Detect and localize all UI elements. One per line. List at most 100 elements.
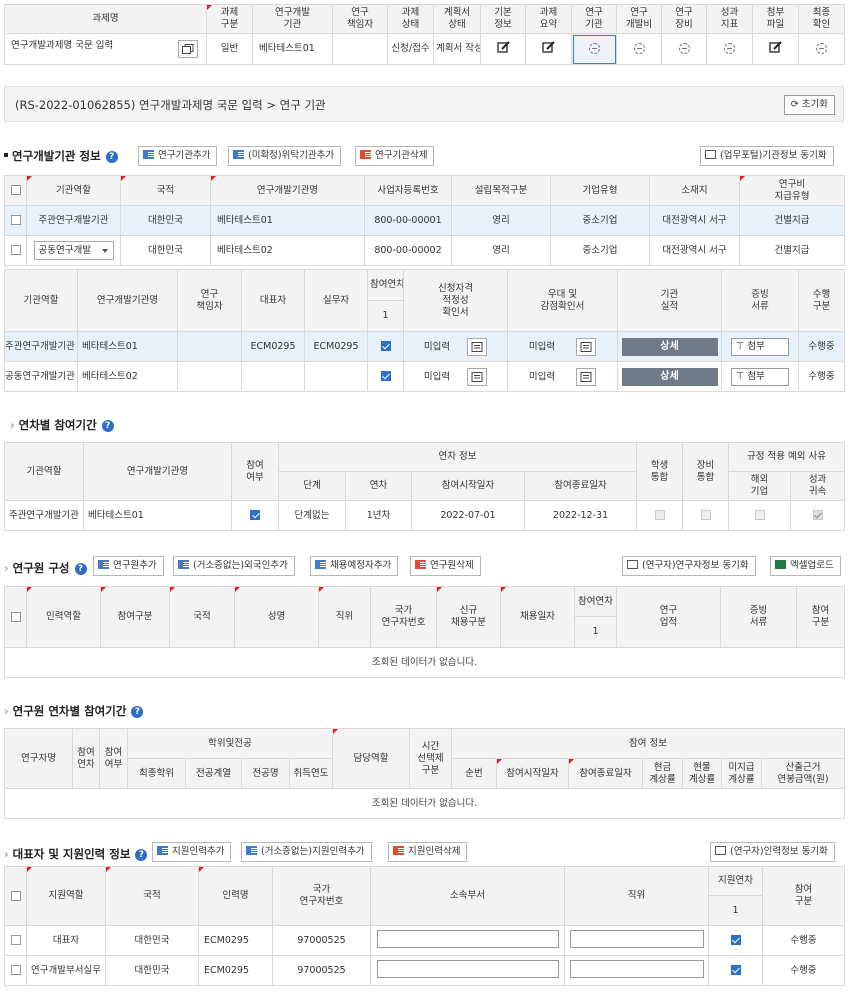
- detail-button[interactable]: 상세: [621, 367, 718, 386]
- table-row[interactable]: 공동연구개발 대한민국 베타테스트02 800-00-00002 영리 중소기업…: [4, 235, 845, 266]
- select-all-checkbox[interactable]: [4, 586, 27, 648]
- col-seq: 순번: [451, 758, 498, 789]
- document-icon[interactable]: [576, 337, 597, 356]
- participation-checkbox[interactable]: [231, 500, 279, 531]
- add-foreign-researcher-button[interactable]: (거소증없는)외국인추가: [173, 556, 295, 576]
- performance-status-icon[interactable]: [706, 33, 753, 65]
- excel-upload-button[interactable]: 엑셀업로드: [770, 556, 841, 576]
- department-input[interactable]: [376, 959, 559, 978]
- year-role: 주관연구개발기관: [4, 500, 84, 531]
- support-section-title-text: 대표자 및 지원인력 정보: [12, 847, 131, 861]
- final-check-status-icon[interactable]: [798, 33, 845, 65]
- col-proof: 증빙 서류: [720, 586, 797, 648]
- document-icon[interactable]: [467, 367, 488, 386]
- org-table: 기관역할 국적 연구개발기관명 사업자등록번호 설립목적구분 기업유형 소재지 …: [4, 175, 845, 266]
- select-all-checkbox[interactable]: [4, 175, 27, 206]
- position-input[interactable]: [569, 959, 704, 978]
- table-row[interactable]: 공동연구개발기관 베타테스트02 미입력 미입력 상세 ⊤ 첨부 수행중: [4, 361, 845, 392]
- help-icon[interactable]: ?: [131, 706, 144, 718]
- table-row[interactable]: 주관연구개발기관 대한민국 베타테스트01 800-00-00001 영리 중소…: [4, 205, 845, 236]
- org-location: 대전광역시 서구: [649, 205, 740, 236]
- budget-status-icon[interactable]: [616, 33, 662, 65]
- detail-name: 베타테스트01: [77, 331, 178, 362]
- support-year-checkbox[interactable]: [708, 925, 763, 956]
- delete-researcher-button[interactable]: 연구원삭제: [410, 556, 481, 576]
- edit-attachment-icon[interactable]: [752, 33, 799, 65]
- col-location: 소재지: [649, 175, 740, 206]
- col-department: 소속부서: [370, 866, 565, 926]
- qualification-cell: 미입력: [403, 361, 508, 392]
- attach-button[interactable]: ⊤ 첨부: [731, 367, 789, 386]
- reset-button[interactable]: ⟳ 초기화: [783, 95, 835, 115]
- col-nation: 국적: [105, 866, 199, 926]
- sync-support-button[interactable]: (연구자)인력정보 동기화: [710, 842, 835, 862]
- col-field: 전공계열: [185, 758, 242, 789]
- copy-icon[interactable]: [178, 40, 198, 58]
- delete-support-button[interactable]: 지원인력삭제: [388, 842, 468, 862]
- add-list-icon: [98, 560, 109, 569]
- sync-researcher-button[interactable]: (연구자)연구자정보 동기화: [622, 556, 756, 576]
- row-checkbox[interactable]: [4, 925, 27, 956]
- col-part-state: 참여 구분: [796, 586, 845, 648]
- edit-summary-icon[interactable]: [525, 33, 572, 65]
- document-icon[interactable]: [576, 367, 597, 386]
- detail-button[interactable]: 상세: [621, 337, 718, 356]
- help-icon[interactable]: ?: [135, 849, 148, 861]
- support-name: ECM0295: [198, 955, 273, 986]
- col-year-1: 1: [708, 895, 763, 926]
- col-unpaid: 미지급 계상률: [721, 758, 763, 789]
- col-hire-date: 채용일자: [500, 586, 575, 648]
- equipment-status-icon[interactable]: [661, 33, 707, 65]
- preference-cell: 미입력: [507, 331, 618, 362]
- help-icon[interactable]: ?: [105, 151, 118, 163]
- sync-org-button[interactable]: (업무포털)기관정보 동기화: [700, 146, 834, 166]
- add-unconfirmed-label: (미확정)위탁기관추가: [248, 150, 335, 161]
- col-overseas: 해외 기업: [728, 471, 792, 501]
- col-manager: 연구 책임자: [332, 4, 388, 34]
- org-name: 베타테스트01: [210, 205, 365, 236]
- col-stage: 단계: [278, 471, 346, 501]
- col-participation: 참여 여부: [99, 728, 128, 789]
- add-foreign-support-button[interactable]: (거소증없는)지원인력추가: [241, 842, 372, 862]
- add-planned-researcher-button[interactable]: 채용예정자추가: [310, 556, 399, 576]
- detail-staff: [304, 361, 368, 392]
- table-row[interactable]: 대표자 대한민국 ECM0295 97000525 수행중: [4, 925, 845, 956]
- delete-org-button[interactable]: 연구기관삭제: [355, 146, 435, 166]
- document-icon[interactable]: [467, 337, 488, 356]
- attach-button[interactable]: ⊤ 첨부: [731, 337, 789, 356]
- table-row[interactable]: 주관연구개발기관 베타테스트01 단계없는 1년차 2022-07-01 202…: [4, 500, 846, 531]
- researcher-year-table: 연구자명 참여 연차 참여 여부 학위및전공 담당역할 시간 선택제 구분 참여…: [3, 728, 846, 819]
- support-no: 97000525: [272, 955, 371, 986]
- add-support-button[interactable]: 지원인력추가: [152, 842, 232, 862]
- year-checkbox[interactable]: [367, 331, 404, 362]
- position-input[interactable]: [569, 929, 704, 948]
- row-checkbox[interactable]: [4, 955, 27, 986]
- org-paytype: 건별지급: [739, 235, 845, 266]
- table-row[interactable]: 연구개발부서실무 대한민국 ECM0295 97000525 수행중: [4, 955, 845, 986]
- department-input[interactable]: [376, 929, 559, 948]
- add-researcher-button[interactable]: 연구원추가: [93, 556, 164, 576]
- row-checkbox[interactable]: [4, 205, 27, 236]
- help-icon[interactable]: ?: [74, 563, 87, 575]
- document-icon: [627, 560, 638, 569]
- col-manager: 연구 책임자: [177, 269, 242, 332]
- help-icon[interactable]: ?: [101, 420, 114, 432]
- add-unconfirmed-org-button[interactable]: (미확정)위탁기관추가: [228, 146, 342, 166]
- add-list-icon: [178, 560, 189, 569]
- org-role-select[interactable]: 공동연구개발: [33, 241, 114, 260]
- table-row[interactable]: 주관연구개발기관 베타테스트01 ECM0295 ECM0295 미입력 미입력…: [4, 331, 845, 362]
- edit-basic-info-icon[interactable]: [480, 33, 526, 65]
- task-manager: [332, 33, 388, 65]
- row-checkbox[interactable]: [4, 235, 27, 266]
- add-org-button[interactable]: 연구기관추가: [138, 146, 218, 166]
- research-org-status-icon[interactable]: [571, 33, 617, 65]
- refresh-icon: ⟳: [790, 99, 799, 110]
- col-cash: 현금 계상률: [642, 758, 684, 789]
- select-all-checkbox[interactable]: [4, 866, 27, 926]
- year-checkbox[interactable]: [367, 361, 404, 392]
- org-name: 베타테스트02: [210, 235, 365, 266]
- col-year: 참여 연차: [72, 728, 100, 789]
- col-task-status: 과제 상태: [387, 4, 434, 34]
- department-cell: [370, 955, 565, 986]
- support-year-checkbox[interactable]: [708, 955, 763, 986]
